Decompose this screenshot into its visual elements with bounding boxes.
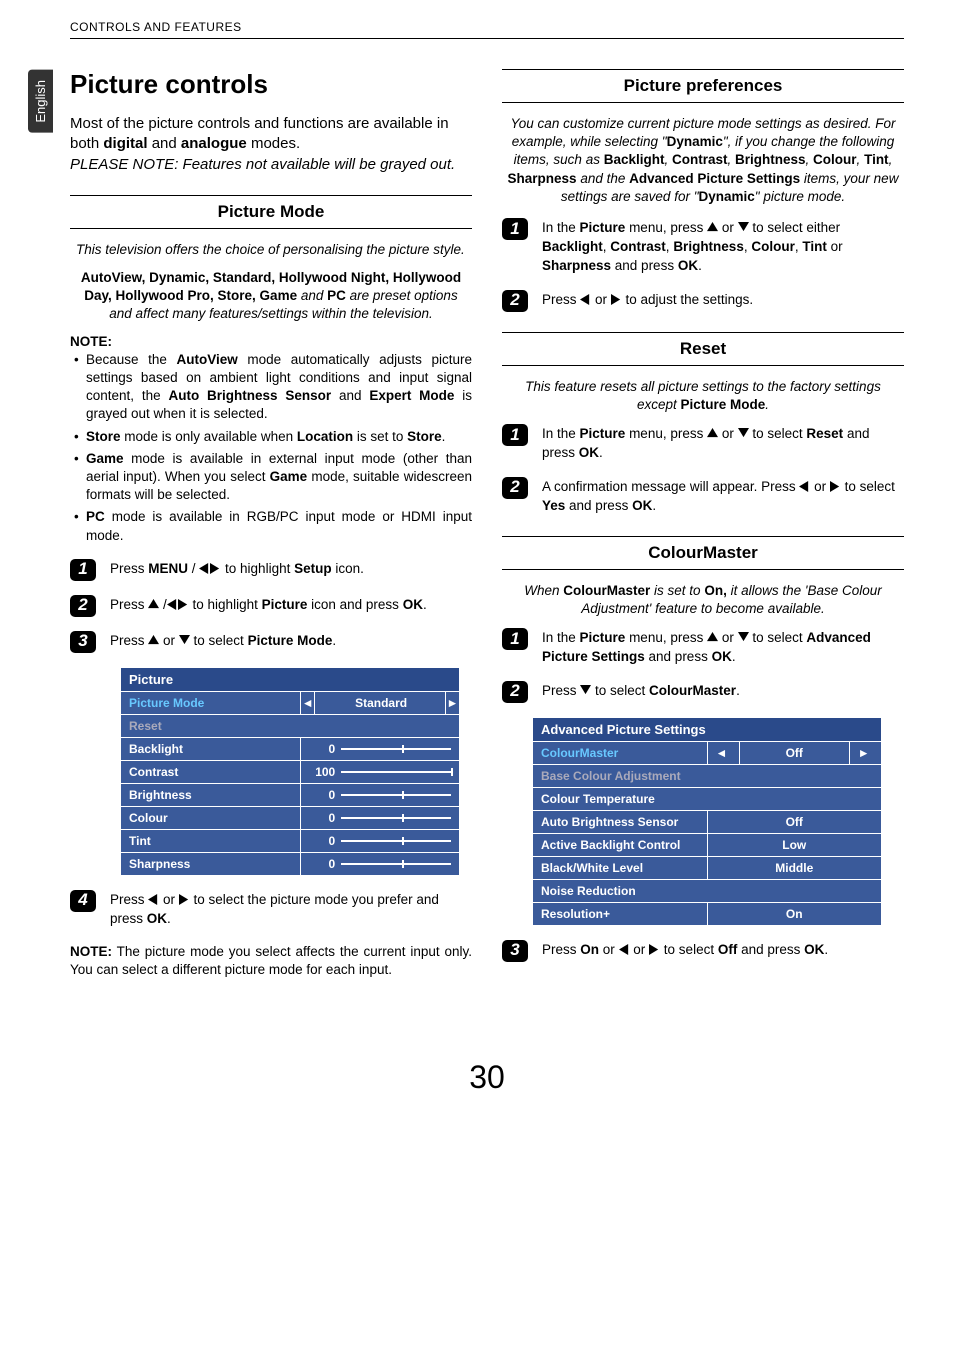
t: . [765,397,769,412]
picture-mode-lead: This television offers the choice of per… [76,241,466,259]
step-number-icon: 2 [70,595,96,617]
t: analogue [181,135,247,152]
t: and the [577,171,630,186]
step: 2 Press or to adjust the settings. [502,290,904,312]
intro-text: Most of the picture controls and functio… [70,114,472,175]
note-item: PC mode is available in RGB/PC input mod… [74,508,472,544]
t: NOTE: [70,944,112,959]
osd-row: Brightness0 [121,783,460,806]
t: Dynamic [667,134,723,149]
section-colourmaster: ColourMaster [502,536,904,570]
osd2-title: Advanced Picture Settings [533,717,882,741]
step: 2 A confirmation message will appear. Pre… [502,477,904,516]
step-text: In the Picture menu, press or to select … [542,218,904,276]
t: digital [103,135,147,152]
note-list: Because the AutoView mode automatically … [70,351,472,545]
section-picture-prefs: Picture preferences [502,69,904,103]
t: " picture mode. [755,189,845,204]
step-number-icon: 2 [502,290,528,312]
reset-lead: This feature resets all picture settings… [508,378,898,414]
page-header: CONTROLS AND FEATURES [70,20,904,39]
step-text: Press to select ColourMaster. [542,681,904,701]
step: 1 Press MENU / to highlight Setup icon. [70,559,472,581]
step-text: Press or to select Picture Mode. [110,631,472,651]
osd2-row: Base Colour Adjustment [533,764,882,787]
section-picture-mode: Picture Mode [70,195,472,229]
osd2-row: ColourMaster◄Off► [533,741,882,764]
step: 4 Press or to select the picture mode you… [70,890,472,929]
osd-advanced-table: Advanced Picture Settings ColourMaster◄O… [532,717,882,926]
step-text: Press / to highlight Picture icon and pr… [110,595,472,615]
osd2-row: Noise Reduction [533,879,882,902]
t: Advanced Picture Settings [629,171,800,186]
osd2-row: Black/White LevelMiddle [533,856,882,879]
t: PLEASE NOTE: Features not available will… [70,156,455,173]
osd2-row: Resolution+On [533,902,882,925]
left-column: Picture controls Most of the picture con… [70,69,472,979]
osd-row: Backlight0 [121,737,460,760]
step: 3 Press or to select Picture Mode. [70,631,472,653]
t: Picture Mode [681,397,766,412]
language-tab: English [28,70,53,133]
osd-row: Reset [121,714,460,737]
osd-row: Colour0 [121,806,460,829]
right-column: Picture preferences You can customize cu… [502,69,904,979]
osd-row: Contrast100 [121,760,460,783]
step-text: Press MENU / to highlight Setup icon. [110,559,472,579]
step: 1 In the Picture menu, press or to select… [502,424,904,463]
step-number-icon: 3 [70,631,96,653]
step: 1 In the Picture menu, press or to select… [502,628,904,667]
step-number-icon: 4 [70,890,96,912]
step: 2 Press to select ColourMaster. [502,681,904,703]
step: 3 Press On or or to select Off and press … [502,940,904,962]
step-number-icon: 1 [502,628,528,650]
step-text: In the Picture menu, press or to select … [542,628,904,667]
cm-lead: When ColourMaster is set to On, it allow… [508,582,898,618]
t: modes. [247,135,300,152]
step-text: Press On or or to select Off and press O… [542,940,904,960]
picture-mode-options: AutoView, Dynamic, Standard, Hollywood N… [76,269,466,324]
t: and [148,135,181,152]
step-number-icon: 1 [70,559,96,581]
note-heading: NOTE: [70,334,472,349]
step-number-icon: 2 [502,477,528,499]
osd2-row: Active Backlight ControlLow [533,833,882,856]
osd-title: Picture [121,667,460,691]
osd2-row: Colour Temperature [533,787,882,810]
note-item: Because the AutoView mode automatically … [74,351,472,424]
t: When [524,583,563,598]
t: and [297,288,327,303]
t: PC [327,288,346,303]
footnote: NOTE: The picture mode you select affect… [70,943,472,979]
note-item: Game mode is available in external input… [74,450,472,505]
step-text: A confirmation message will appear. Pres… [542,477,904,516]
osd-picture-table: Picture Picture Mode◄Standard►ResetBackl… [120,667,460,876]
t: Dynamic [699,189,755,204]
step-number-icon: 3 [502,940,528,962]
osd2-row: Auto Brightness SensorOff [533,810,882,833]
page-title: Picture controls [70,69,472,100]
step-number-icon: 2 [502,681,528,703]
osd-row: Tint0 [121,829,460,852]
t: The picture mode you select affects the … [70,944,472,977]
step-number-icon: 1 [502,218,528,240]
step-number-icon: 1 [502,424,528,446]
t: is set to [650,583,704,598]
page-number: 30 [70,1059,904,1096]
t: ColourMaster [563,583,650,598]
step: 1 In the Picture menu, press or to select… [502,218,904,276]
content-columns: Picture controls Most of the picture con… [70,69,904,979]
step: 2 Press / to highlight Picture icon and p… [70,595,472,617]
step-text: Press or to adjust the settings. [542,290,904,310]
note-item: Store mode is only available when Locati… [74,428,472,446]
section-reset: Reset [502,332,904,366]
prefs-lead: You can customize current picture mode s… [502,115,904,206]
t: On, [704,583,727,598]
step-text: Press or to select the picture mode you … [110,890,472,929]
step-text: In the Picture menu, press or to select … [542,424,904,463]
osd-row: Sharpness0 [121,852,460,875]
osd-row: Picture Mode◄Standard► [121,691,460,714]
